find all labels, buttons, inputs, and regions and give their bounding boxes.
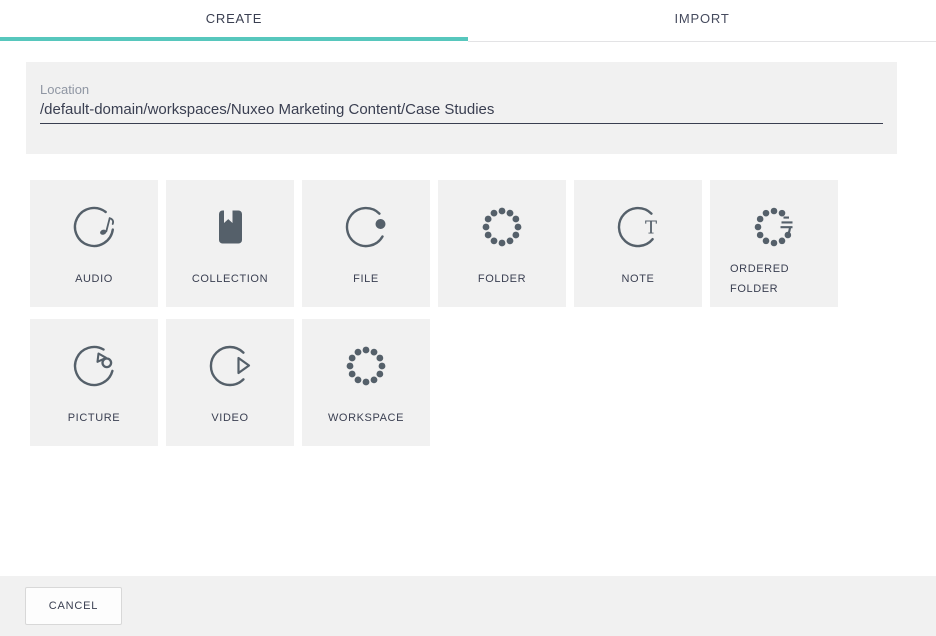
location-label: Location — [40, 82, 883, 97]
collection-icon — [206, 203, 254, 251]
doc-type-tile-video[interactable]: VIDEO — [166, 319, 294, 446]
tab-bar: CREATE IMPORT — [0, 0, 936, 42]
footer-bar: CANCEL — [0, 576, 936, 636]
workspace-icon — [342, 342, 390, 390]
document-type-grid: AUDIO COLLECTION FILE FOLDER NOTE ORDERE… — [30, 180, 906, 446]
doc-type-label: WORKSPACE — [328, 408, 404, 428]
folder-icon — [478, 203, 526, 251]
tab-import[interactable]: IMPORT — [468, 0, 936, 42]
doc-type-tile-picture[interactable]: PICTURE — [30, 319, 158, 446]
picture-icon — [70, 342, 118, 390]
doc-type-label: ORDERED FOLDER — [730, 259, 818, 299]
video-icon — [206, 342, 254, 390]
doc-type-tile-folder[interactable]: FOLDER — [438, 180, 566, 307]
doc-type-label: FOLDER — [478, 269, 526, 289]
doc-type-label: AUDIO — [75, 269, 113, 289]
doc-type-tile-file[interactable]: FILE — [302, 180, 430, 307]
doc-type-label: PICTURE — [68, 408, 120, 428]
note-icon — [614, 203, 662, 251]
doc-type-tile-audio[interactable]: AUDIO — [30, 180, 158, 307]
cancel-button[interactable]: CANCEL — [25, 587, 122, 625]
location-panel: Location — [26, 62, 897, 154]
doc-type-label: COLLECTION — [192, 269, 268, 289]
doc-type-label: VIDEO — [211, 408, 248, 428]
ordered-folder-icon — [750, 203, 798, 251]
doc-type-label: FILE — [353, 269, 379, 289]
doc-type-label: NOTE — [622, 269, 655, 289]
location-input[interactable] — [40, 100, 883, 124]
doc-type-tile-note[interactable]: NOTE — [574, 180, 702, 307]
doc-type-tile-workspace[interactable]: WORKSPACE — [302, 319, 430, 446]
doc-type-tile-ordered-folder[interactable]: ORDERED FOLDER — [710, 180, 838, 307]
tab-create[interactable]: CREATE — [0, 0, 468, 42]
file-icon — [342, 203, 390, 251]
audio-icon — [70, 203, 118, 251]
doc-type-tile-collection[interactable]: COLLECTION — [166, 180, 294, 307]
